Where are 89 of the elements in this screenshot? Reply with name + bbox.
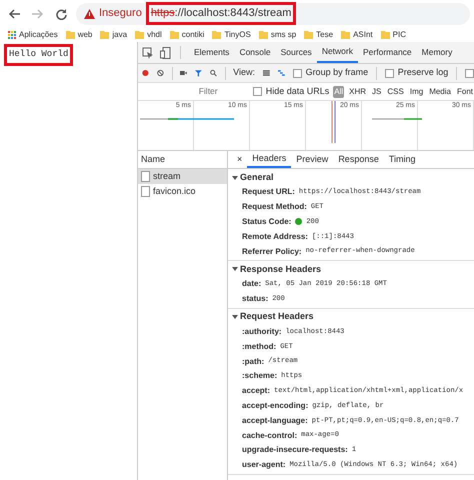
device-icon[interactable] bbox=[160, 46, 172, 58]
back-icon bbox=[7, 8, 21, 20]
reload-icon bbox=[55, 8, 69, 20]
header-name: :scheme: bbox=[242, 370, 278, 382]
checkbox-label: Group by frame bbox=[306, 66, 368, 80]
folder-icon bbox=[100, 30, 110, 39]
type-filter[interactable]: Media bbox=[428, 86, 452, 98]
waterfall-icon[interactable] bbox=[278, 69, 285, 77]
apps-icon bbox=[8, 30, 16, 38]
header-name: Referrer Policy: bbox=[242, 246, 302, 258]
header-name: :path: bbox=[242, 356, 264, 368]
header-name: Request URL: bbox=[242, 186, 295, 198]
type-filter[interactable]: Img bbox=[408, 86, 424, 98]
request-row[interactable]: favicon.ico bbox=[138, 184, 227, 199]
header-name: cache-control: bbox=[242, 430, 298, 442]
type-filter[interactable]: XHR bbox=[348, 86, 368, 98]
detail-tab[interactable]: Preview bbox=[291, 151, 334, 168]
camera-icon[interactable] bbox=[180, 69, 187, 77]
detail-tab[interactable]: Response bbox=[333, 151, 384, 168]
folder-icon bbox=[304, 30, 314, 39]
security-label: Inseguro bbox=[99, 6, 142, 22]
bookmark-link[interactable]: ASInt bbox=[353, 28, 373, 40]
folder-icon bbox=[135, 30, 144, 39]
file-icon bbox=[141, 186, 150, 197]
inspect-icon[interactable] bbox=[142, 46, 154, 58]
bookmark-link[interactable]: sms sp bbox=[270, 28, 296, 40]
section-header[interactable]: Request Headers bbox=[228, 310, 320, 325]
clear-icon[interactable] bbox=[156, 68, 164, 78]
header-name: Request Method: bbox=[242, 201, 307, 214]
close-button[interactable]: × bbox=[232, 151, 248, 168]
header-name: :method: bbox=[242, 340, 276, 353]
header-name: accept-encoding: bbox=[242, 400, 308, 412]
checkbox[interactable] bbox=[252, 87, 262, 96]
list-view-icon[interactable] bbox=[263, 69, 270, 77]
checkbox[interactable] bbox=[292, 68, 302, 78]
search-icon[interactable] bbox=[210, 68, 216, 78]
header-name: Status Code: bbox=[242, 216, 292, 228]
record-icon[interactable] bbox=[142, 68, 149, 78]
expanded-arrow-icon bbox=[232, 314, 238, 320]
forward-icon bbox=[31, 8, 45, 20]
devtools-tab[interactable]: Console bbox=[234, 42, 276, 63]
section-header[interactable]: General bbox=[228, 170, 280, 185]
address-field[interactable]: https://localhost:8443/stream bbox=[146, 2, 296, 25]
detail-tab[interactable]: Headers bbox=[247, 151, 292, 168]
devtools-tab[interactable]: Elements bbox=[189, 42, 234, 63]
devtools-tab[interactable]: Sources bbox=[276, 42, 317, 63]
type-filter[interactable]: CSS bbox=[386, 86, 405, 98]
page-text: Hello World bbox=[4, 44, 74, 66]
file-icon bbox=[141, 171, 150, 182]
header-name: user-agent: bbox=[242, 459, 286, 472]
bookmark-link[interactable]: Aplicações bbox=[19, 28, 58, 40]
checkbox-label: Preserve log bbox=[398, 66, 448, 80]
section-header[interactable]: Response Headers bbox=[228, 262, 328, 277]
bookmark-link[interactable]: contiki bbox=[182, 28, 204, 40]
checkbox[interactable] bbox=[464, 68, 474, 78]
view-label: View: bbox=[233, 66, 256, 80]
folder-icon bbox=[170, 30, 179, 39]
warning-icon bbox=[84, 8, 95, 18]
header-name: Remote Address: bbox=[242, 230, 308, 243]
header-name: accept-language: bbox=[242, 414, 308, 427]
header-name: date: bbox=[242, 278, 262, 290]
folder-icon bbox=[66, 30, 75, 39]
header-name: upgrade-insecure-requests: bbox=[242, 444, 348, 456]
folder-icon bbox=[341, 30, 350, 39]
bookmark-link[interactable]: java bbox=[112, 28, 128, 40]
folder-icon bbox=[258, 30, 268, 39]
bookmark-link[interactable]: vhdl bbox=[147, 28, 162, 40]
checkbox[interactable] bbox=[384, 68, 394, 78]
devtools-tab[interactable]: Performance bbox=[358, 42, 417, 63]
request-row[interactable]: stream bbox=[138, 169, 227, 184]
expanded-arrow-icon bbox=[232, 266, 238, 272]
bookmark-link[interactable]: PIC bbox=[392, 28, 406, 40]
bookmark-link[interactable]: web bbox=[78, 28, 92, 40]
folder-icon bbox=[380, 30, 390, 39]
filter-icon[interactable] bbox=[194, 68, 202, 78]
header-name: status: bbox=[242, 293, 268, 306]
checkbox-label: Hide data URLs bbox=[266, 84, 330, 98]
type-filter[interactable]: Font bbox=[456, 86, 474, 98]
header-name: :authority: bbox=[242, 326, 282, 338]
devtools-tab[interactable]: Memory bbox=[416, 42, 458, 63]
filter-input[interactable]: Filter bbox=[198, 85, 249, 98]
detail-tab[interactable]: Timing bbox=[384, 151, 421, 168]
column-header: Name bbox=[141, 152, 166, 166]
bookmark-link[interactable]: Tese bbox=[316, 28, 334, 40]
type-filter[interactable]: JS bbox=[371, 86, 382, 98]
header-name: accept: bbox=[242, 385, 270, 398]
folder-icon bbox=[212, 30, 222, 39]
bookmark-link[interactable]: TinyOS bbox=[224, 28, 251, 40]
expanded-arrow-icon bbox=[232, 174, 238, 180]
